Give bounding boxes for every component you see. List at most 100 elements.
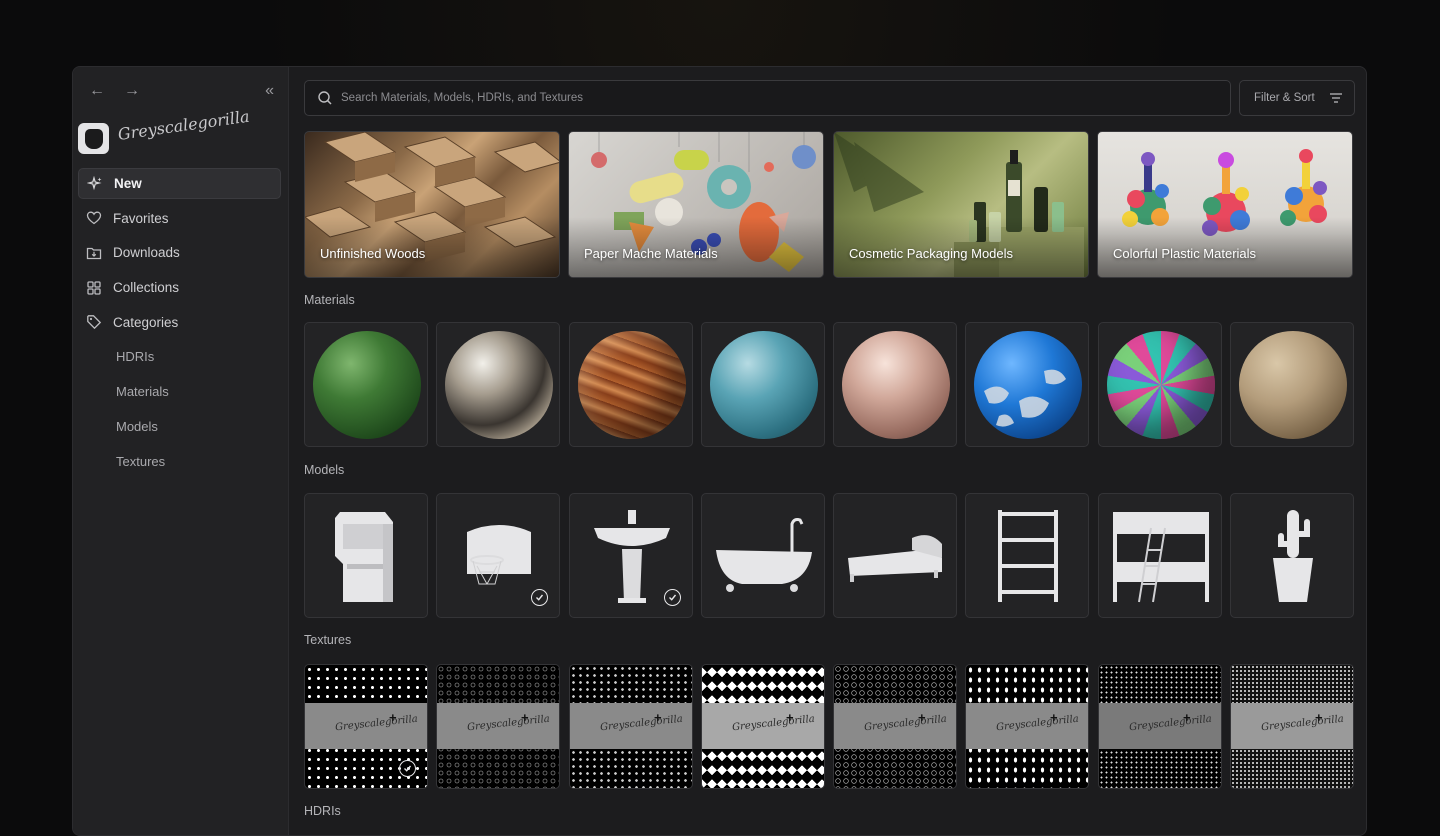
clawfoot-bathtub-icon — [702, 494, 825, 618]
sidebar-item-label: Categories — [113, 315, 178, 330]
featured-card[interactable]: Cosmetic Packaging Models — [833, 131, 1089, 278]
sidebar-item-label: Favorites — [113, 211, 169, 226]
sidebar-item-label: Downloads — [113, 245, 180, 260]
download-folder-icon — [86, 245, 102, 261]
sparkle-icon — [87, 176, 103, 192]
featured-card[interactable]: Colorful Plastic Materials — [1097, 131, 1353, 278]
plus-icon: + — [1050, 710, 1058, 725]
search-icon — [317, 90, 333, 106]
plus-icon: + — [918, 710, 926, 725]
grid-icon — [86, 280, 102, 296]
featured-card[interactable]: Paper Mache Materials — [568, 131, 824, 278]
models-row — [304, 493, 1355, 618]
downloaded-check-icon — [399, 760, 416, 777]
filter-sort-button[interactable]: Filter & Sort — [1239, 80, 1355, 116]
featured-label: Colorful Plastic Materials — [1113, 246, 1256, 261]
shelf-icon — [966, 494, 1089, 618]
sidebar-item-label: Collections — [113, 280, 179, 295]
material-card[interactable] — [965, 322, 1089, 447]
material-card[interactable] — [569, 322, 693, 447]
chipped-blue-paint-sphere — [974, 331, 1082, 439]
filter-sort-label: Filter & Sort — [1254, 92, 1315, 104]
gorilla-logo-icon — [78, 123, 109, 154]
model-card[interactable] — [701, 493, 825, 618]
sidebar-item-materials[interactable]: Materials — [78, 376, 281, 407]
downloaded-check-icon — [664, 589, 681, 606]
potted-cactus-icon — [1231, 494, 1354, 618]
plus-icon: + — [1183, 710, 1191, 725]
sidebar-item-categories[interactable]: Categories — [78, 307, 281, 338]
model-card[interactable] — [304, 493, 428, 618]
sidebar-item-label: New — [114, 176, 142, 191]
forward-arrow-icon[interactable]: → — [124, 81, 140, 101]
blue-tile-sphere — [710, 331, 818, 439]
texture-card[interactable]: Greyscalegorilla+ — [1098, 664, 1222, 789]
model-card[interactable] — [1098, 493, 1222, 618]
material-card[interactable] — [304, 322, 428, 447]
texture-card[interactable]: Greyscalegorilla+ — [304, 664, 428, 789]
texture-card[interactable]: Greyscalegorilla+ — [833, 664, 957, 789]
texture-card[interactable]: Greyscalegorilla+ — [701, 664, 825, 789]
sidebar-item-new[interactable]: New — [78, 168, 281, 199]
app-window: ← → « Greyscalegorilla New Favorites — [72, 66, 1367, 836]
featured-card[interactable]: Unfinished Woods — [304, 131, 560, 278]
featured-collections: Unfinished Woods Paper Mache Materials — [304, 131, 1355, 278]
material-card[interactable] — [833, 322, 957, 447]
texture-card[interactable]: Greyscalegorilla+ — [569, 664, 693, 789]
downloaded-check-icon — [531, 589, 548, 606]
plus-icon: + — [786, 710, 794, 725]
nav-bar: ← → « — [87, 81, 274, 101]
model-card[interactable] — [569, 493, 693, 618]
sidebar-item-models[interactable]: Models — [78, 411, 281, 442]
heart-icon — [86, 210, 102, 226]
section-title-models: Models — [304, 463, 344, 477]
brand-wordmark: Greyscalegorilla — [117, 107, 251, 144]
sidebar-item-downloads[interactable]: Downloads — [78, 237, 281, 268]
model-card[interactable] — [436, 493, 560, 618]
collapse-sidebar-icon[interactable]: « — [265, 81, 274, 101]
sidebar-menu: New Favorites Downloads Collections — [78, 168, 281, 480]
filter-lines-icon — [1329, 92, 1343, 107]
featured-label: Paper Mache Materials — [584, 246, 718, 261]
sidebar-item-favorites[interactable]: Favorites — [78, 203, 281, 234]
sidebar-item-collections[interactable]: Collections — [78, 272, 281, 303]
sidebar-item-hdris[interactable]: HDRIs — [78, 341, 281, 372]
arcade-cabinet-icon — [305, 494, 428, 618]
sidebar: ← → « Greyscalegorilla New Favorites — [73, 67, 289, 835]
material-card[interactable] — [436, 322, 560, 447]
tarnished-metal-sphere — [445, 331, 553, 439]
main-content: Search Materials, Models, HDRIs, and Tex… — [290, 67, 1366, 835]
texture-card[interactable]: Greyscalegorilla+ — [1230, 664, 1354, 789]
brand: Greyscalegorilla — [78, 123, 278, 155]
plus-icon: + — [654, 710, 662, 725]
sequin-sphere — [1107, 331, 1215, 439]
bunk-bed-icon — [1099, 494, 1222, 618]
tag-icon — [86, 314, 102, 330]
texture-card[interactable]: Greyscalegorilla+ — [965, 664, 1089, 789]
model-card[interactable] — [1230, 493, 1354, 618]
sidebar-item-textures[interactable]: Textures — [78, 446, 281, 477]
materials-row — [304, 322, 1355, 447]
featured-label: Unfinished Woods — [320, 246, 425, 261]
back-arrow-icon[interactable]: ← — [89, 81, 105, 101]
section-title-hdris: HDRIs — [304, 804, 341, 818]
texture-card[interactable]: Greyscalegorilla+ — [436, 664, 560, 789]
section-title-textures: Textures — [304, 633, 351, 647]
section-title-materials: Materials — [304, 293, 355, 307]
model-card[interactable] — [965, 493, 1089, 618]
material-card[interactable] — [701, 322, 825, 447]
search-input[interactable]: Search Materials, Models, HDRIs, and Tex… — [304, 80, 1231, 116]
bed-icon — [834, 494, 957, 618]
search-placeholder: Search Materials, Models, HDRIs, and Tex… — [341, 92, 583, 104]
wood-plank-sphere — [578, 331, 686, 439]
textures-row: Greyscalegorilla+ Greyscalegorilla+ Grey… — [304, 664, 1355, 789]
rose-gold-sphere — [842, 331, 950, 439]
plus-icon: + — [521, 710, 529, 725]
material-card[interactable] — [1230, 322, 1354, 447]
green-tile-sphere — [313, 331, 421, 439]
plus-icon: + — [1315, 710, 1323, 725]
model-card[interactable] — [833, 493, 957, 618]
plus-icon: + — [389, 710, 397, 725]
featured-label: Cosmetic Packaging Models — [849, 246, 1013, 261]
material-card[interactable] — [1098, 322, 1222, 447]
